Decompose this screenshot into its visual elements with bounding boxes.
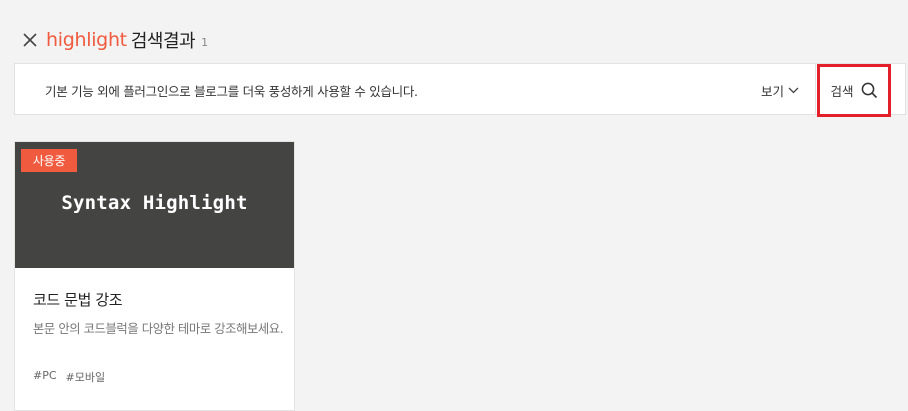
plugin-tags: #PC #모바일 <box>33 369 114 385</box>
toolbar-description: 기본 기능 외에 플러그인으로 블로그를 더욱 풍성하게 사용할 수 있습니다. <box>45 84 418 99</box>
page-title: 검색결과 <box>130 31 196 52</box>
plugin-description: 본문 안의 코드블럭을 다양한 테마로 강조해보세요. <box>33 322 284 336</box>
plugin-thumbnail: 사용중 Syntax Highlight <box>15 142 294 268</box>
view-label: 보기 <box>761 84 785 99</box>
tag-mobile[interactable]: #모바일 <box>66 369 106 385</box>
search-icon <box>861 82 877 99</box>
search-label: 검색 <box>830 84 854 99</box>
plugin-card-syntax-highlight[interactable]: 사용중 Syntax Highlight 코드 문법 강조 본문 안의 코드블럭… <box>14 141 295 411</box>
in-use-badge: 사용중 <box>21 149 77 172</box>
search-query: highlight <box>46 29 127 51</box>
search-results-header: highlight 검색결과 1 <box>22 26 208 54</box>
view-dropdown-button[interactable]: 보기 <box>761 81 799 100</box>
toolbar-divider <box>815 64 816 114</box>
close-icon[interactable] <box>22 32 38 48</box>
plugin-title: 코드 문법 강조 <box>33 291 123 309</box>
chevron-down-icon <box>788 87 799 94</box>
tag-pc[interactable]: #PC <box>33 369 57 385</box>
plugin-toolbar: 기본 기능 외에 플러그인으로 블로그를 더욱 풍성하게 사용할 수 있습니다.… <box>14 63 906 117</box>
result-count: 1 <box>201 35 209 49</box>
search-button[interactable]: 검색 <box>817 64 891 117</box>
thumbnail-title: Syntax Highlight <box>61 192 248 214</box>
